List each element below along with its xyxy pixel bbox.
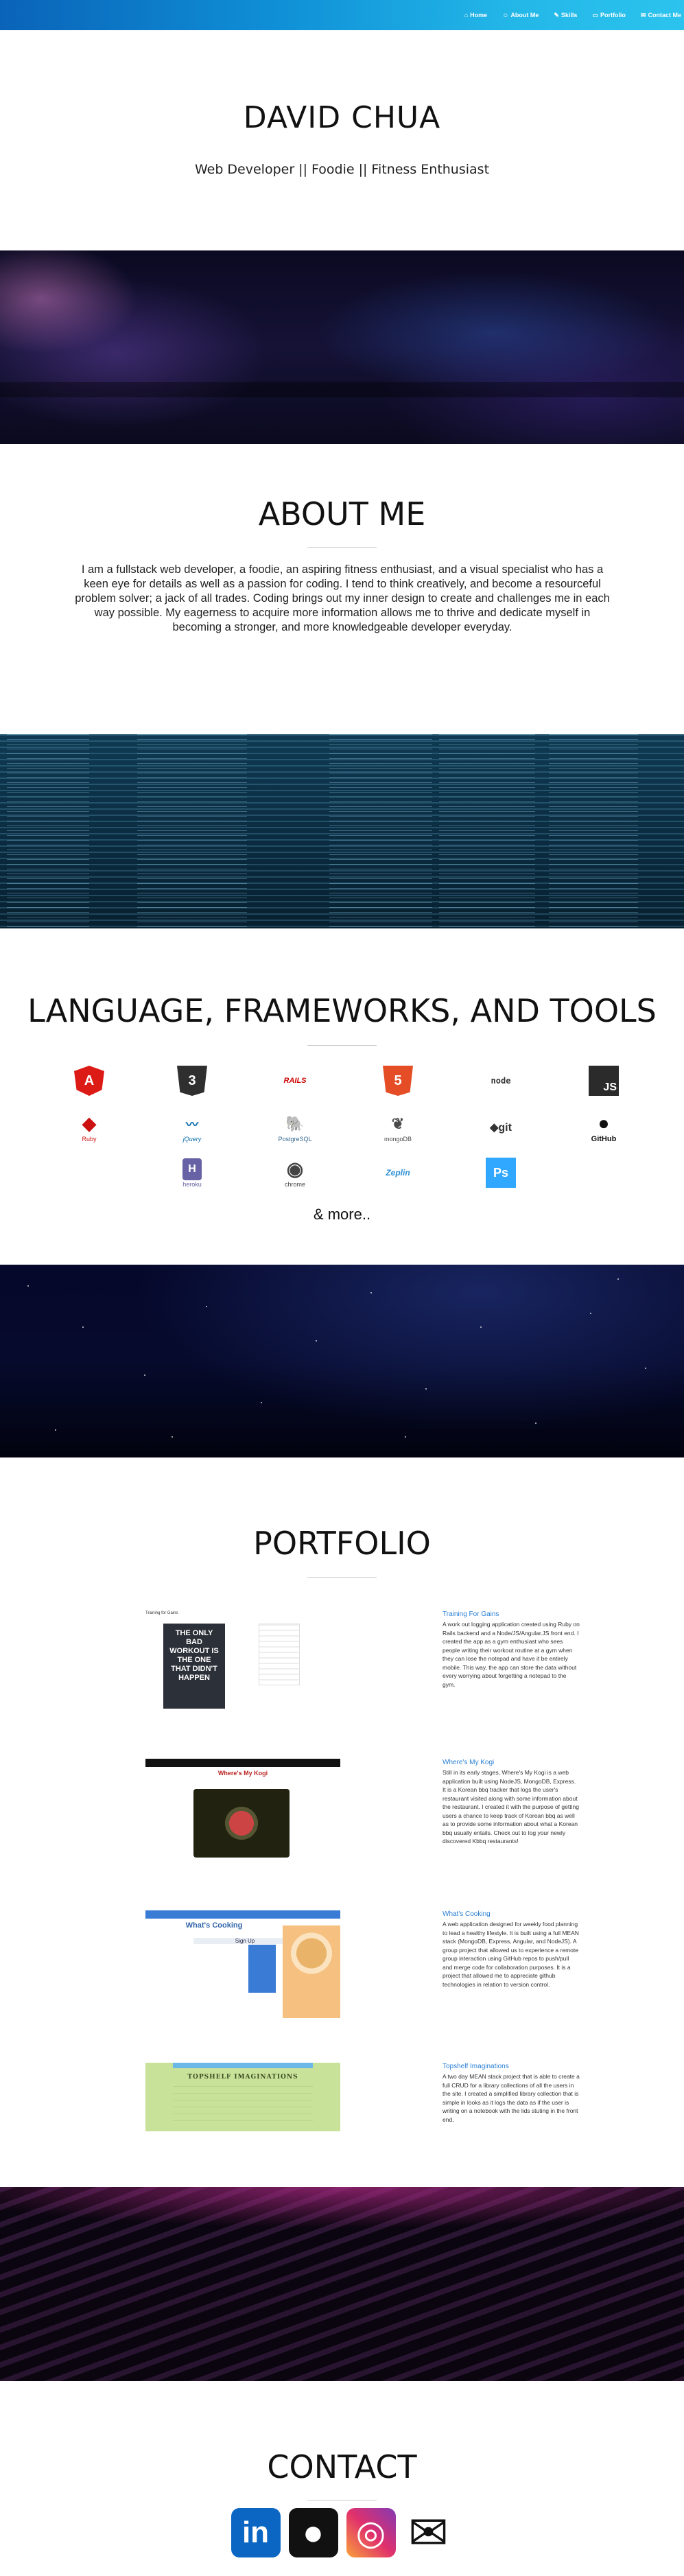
contact-title: CONTACT	[267, 2448, 417, 2485]
contact-divider	[307, 2500, 377, 2501]
project-thumb-cooking[interactable]: What's Cooking Sign Up	[145, 1910, 340, 2020]
home-icon: ⌂	[464, 12, 469, 19]
keyboard-banner	[0, 2187, 684, 2381]
skill-css3: 3	[172, 1060, 213, 1101]
project-desc-cooking: A web application designed for weekly fo…	[443, 1921, 579, 1988]
nav-portfolio[interactable]: ▭ Portfolio	[592, 12, 626, 19]
project-title-topshelf[interactable]: Topshelf Imaginations	[443, 2063, 573, 2070]
project-thumb-training[interactable]: Training for Gains THE ONLY BAD WORKOUT …	[145, 1610, 340, 1713]
nav-home[interactable]: ⌂ Home	[464, 12, 487, 19]
skill-chrome: ◉ chrome	[274, 1152, 316, 1193]
wrench-icon: ✎	[554, 11, 559, 19]
mongodb-caption: mongoDB	[384, 1135, 412, 1143]
skill-html5: 5	[377, 1060, 418, 1101]
github-icon[interactable]: ●	[288, 2508, 338, 2557]
skill-nodejs: node	[480, 1060, 521, 1101]
thumb-food-photo	[193, 1789, 290, 1858]
project-thumb-kogi[interactable]: Where's My Kogi	[145, 1759, 340, 1862]
thumb-navbar	[145, 1910, 340, 1919]
portfolio-divider	[307, 1577, 377, 1578]
chrome-icon: ◉	[286, 1158, 304, 1180]
css3-icon: 3	[177, 1066, 207, 1096]
zeplin-icon: Zeplin	[386, 1168, 410, 1178]
skill-heroku: H heroku	[172, 1152, 213, 1193]
photoshop-icon: Ps	[486, 1158, 516, 1188]
ruby-icon: ◆	[82, 1113, 96, 1134]
galaxy-banner	[0, 250, 684, 444]
project-title-training[interactable]: Training For Gains	[443, 1611, 573, 1618]
postgresql-icon: 🐘	[285, 1114, 305, 1132]
contact-icons: in ● ◎ ✉	[0, 2506, 684, 2560]
thumb-food-photo	[283, 1925, 340, 2018]
ruby-caption: Ruby	[82, 1135, 97, 1143]
hero-tagline: Web Developer || Foodie || Fitness Enthu…	[194, 162, 490, 177]
skills-grid: A 3 RAILS 5 node JS ◆ Ruby 〰 jQuery 🐘 Po…	[62, 1060, 624, 1197]
skill-mongodb: ❦ mongoDB	[377, 1107, 418, 1148]
project-desc-kogi: Still in its early stages, Where's My Ko…	[443, 1769, 579, 1845]
skills-title: LANGUAGE, FRAMEWORKS, AND TOOLS	[27, 992, 657, 1029]
instagram-icon[interactable]: ◎	[346, 2508, 396, 2557]
project-title-cooking[interactable]: What's Cooking	[443, 1910, 573, 1918]
code-banner	[0, 734, 684, 928]
jquery-caption: jQuery	[182, 1135, 202, 1143]
skills-divider	[307, 1045, 377, 1046]
project-thumb-topshelf[interactable]: TOPSHELF IMAGINATIONS	[145, 2063, 340, 2131]
skill-jquery: 〰 jQuery	[172, 1107, 213, 1148]
skill-photoshop: Ps	[480, 1152, 521, 1193]
envelope-icon: ✉	[640, 11, 646, 19]
rails-icon: RAILS	[283, 1077, 307, 1085]
html5-icon: 5	[383, 1066, 413, 1096]
thumb-form	[259, 1624, 300, 1685]
heroku-icon: H	[182, 1158, 202, 1180]
angular-icon: A	[74, 1066, 104, 1096]
navbar: ⌂ Home ☺ About Me ✎ Skills ▭ Portfolio ✉ Cont…	[0, 0, 684, 30]
folder-icon: ▭	[592, 11, 598, 19]
project-title-kogi[interactable]: Where's My Kogi	[443, 1759, 573, 1766]
heroku-caption: heroku	[182, 1180, 202, 1188]
about-text: I am a fullstack web developer, a foodie…	[75, 563, 610, 633]
skill-rails: RAILS	[274, 1060, 316, 1101]
skill-js: JS	[583, 1060, 624, 1101]
project-desc-training: A work out logging application created u…	[443, 1621, 580, 1688]
nav-contact[interactable]: ✉ Contact Me	[641, 12, 681, 19]
skill-git: ◆git	[480, 1107, 521, 1148]
nav-links: ⌂ Home ☺ About Me ✎ Skills ▭ Portfolio ✉ Cont…	[464, 0, 681, 30]
jquery-icon: 〰	[186, 1117, 198, 1132]
linkedin-icon[interactable]: in	[231, 2508, 281, 2557]
js-icon: JS	[589, 1066, 619, 1096]
mongodb-icon: ❦	[391, 1114, 405, 1132]
nav-about[interactable]: ☺ About Me	[502, 12, 539, 19]
github-caption: GitHub	[591, 1134, 617, 1143]
chrome-caption: chrome	[284, 1180, 305, 1188]
project-desc-topshelf: A two day MEAN stack project that is abl…	[443, 2073, 580, 2123]
user-icon: ☺	[502, 12, 509, 19]
about-divider	[307, 547, 377, 548]
postgresql-caption: PostgreSQL	[278, 1135, 312, 1143]
skill-angular: A	[69, 1060, 110, 1101]
thumb-navbar	[145, 1759, 340, 1767]
thumb-poster: THE ONLY BAD WORKOUT IS THE ONE THAT DID…	[163, 1624, 225, 1709]
git-icon: ◆git	[490, 1122, 512, 1134]
github-octocat-icon: ●	[598, 1112, 610, 1134]
skills-more: & more..	[313, 1206, 371, 1223]
skill-ruby: ◆ Ruby	[69, 1107, 110, 1148]
hero-name: DAVID CHUA	[243, 100, 441, 135]
nav-skills[interactable]: ✎ Skills	[554, 12, 577, 19]
thumb-form	[248, 1945, 276, 1993]
skill-github: ● GitHub	[583, 1107, 624, 1148]
skill-postgresql: 🐘 PostgreSQL	[274, 1107, 316, 1148]
night-sky-banner	[0, 1265, 684, 1457]
email-icon[interactable]: ✉	[403, 2506, 453, 2560]
skill-zeplin: Zeplin	[377, 1152, 418, 1193]
thumb-navbar	[173, 2063, 313, 2068]
nodejs-icon: node	[491, 1076, 511, 1086]
about-title: ABOUT ME	[258, 495, 426, 532]
thumb-list	[173, 2086, 313, 2127]
portfolio-title: PORTFOLIO	[253, 1525, 431, 1562]
